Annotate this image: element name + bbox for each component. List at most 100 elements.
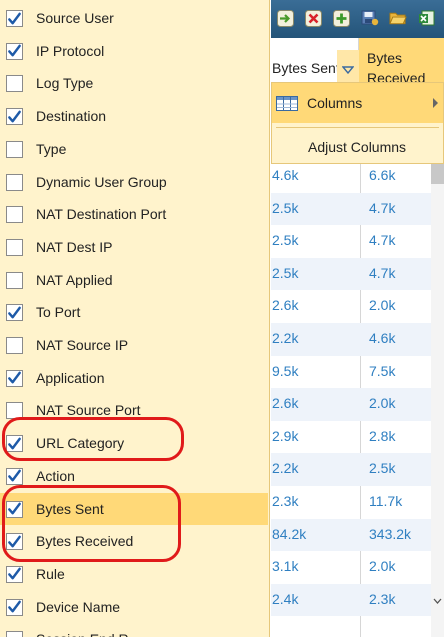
column-option-url-category[interactable]: URL Category [0, 427, 268, 459]
checkbox[interactable] [6, 598, 23, 616]
column-header-bytes-sent-label: Bytes Sent [272, 60, 340, 76]
vertical-scrollbar[interactable] [431, 160, 444, 637]
checkbox[interactable] [6, 140, 23, 158]
column-option-bytes-sent[interactable]: Bytes Sent [0, 492, 268, 525]
table-row[interactable]: 2.5k 4.7k [271, 257, 436, 291]
column-option-session-end-r[interactable]: Session End R [0, 623, 268, 637]
checkbox[interactable] [6, 238, 23, 256]
checkbox[interactable] [6, 42, 23, 60]
column-option-source-user[interactable]: Source User [0, 2, 268, 34]
submenu-arrow-icon [432, 96, 439, 112]
column-option-nat-source-ip[interactable]: NAT Source IP [0, 329, 268, 361]
table-row[interactable]: 2.2k 4.6k [271, 323, 436, 356]
bytes-received-cell: 4.7k [369, 264, 396, 281]
bytes-sent-cell: 4.6k [272, 167, 299, 183]
checkbox[interactable] [6, 206, 23, 224]
bytes-sent-cell: 2.4k [272, 590, 299, 607]
table-row[interactable]: 2.3k 11.7k [271, 486, 436, 519]
column-option-label: Device Name [36, 598, 121, 615]
checkbox[interactable] [6, 533, 23, 551]
table-row[interactable]: 9.5k 7.5k [271, 356, 436, 389]
column-option-nat-source-port[interactable]: NAT Source Port [0, 394, 268, 426]
bytes-sent-cell: 2.6k [272, 395, 299, 412]
bytes-sent-cell: 2.6k [272, 297, 299, 314]
column-option-label: To Port [36, 304, 81, 321]
column-option-to-port[interactable]: To Port [0, 296, 268, 328]
menu-separator [276, 127, 439, 128]
table-row[interactable]: 2.6k 2.0k [271, 290, 436, 323]
columns-icon [276, 96, 298, 114]
table-row[interactable]: 84.2k 343.2k [271, 518, 436, 552]
toolbar [271, 0, 444, 38]
column-option-action[interactable]: Action [0, 460, 268, 492]
table-row[interactable]: 4.6k 6.6k [271, 160, 436, 193]
bytes-received-cell: 2.3k [369, 590, 396, 607]
column-option-label: Bytes Sent [36, 500, 104, 517]
column-option-rule[interactable]: Rule [0, 558, 268, 590]
checkbox[interactable] [6, 402, 23, 420]
checkbox[interactable] [6, 467, 23, 485]
checkbox[interactable] [6, 500, 23, 518]
open-folder-icon[interactable] [389, 9, 407, 27]
bytes-sent-cell: 84.2k [272, 525, 307, 542]
column-option-bytes-received[interactable]: Bytes Received [0, 525, 268, 557]
bytes-received-cell: 4.6k [369, 330, 396, 346]
column-option-log-type[interactable]: Log Type [0, 67, 268, 99]
column-option-ip-protocol[interactable]: IP Protocol [0, 35, 268, 67]
bytes-received-cell: 4.7k [369, 232, 396, 249]
menu-item-adjust-columns[interactable]: Adjust Columns [272, 129, 443, 163]
checkbox[interactable] [6, 75, 23, 93]
column-option-nat-applied[interactable]: NAT Applied [0, 264, 268, 296]
menu-item-columns[interactable]: Columns [272, 83, 443, 123]
checkbox[interactable] [6, 173, 23, 191]
column-chooser-menu: Source User IP Protocol Log Type Destinatio… [0, 0, 270, 637]
checkbox[interactable] [6, 369, 23, 387]
bytes-received-cell: 6.6k [369, 167, 396, 183]
save-icon[interactable] [361, 9, 379, 27]
column-header-menu: Columns Adjust Columns [271, 82, 444, 164]
excel-export-icon[interactable] [418, 9, 436, 27]
table-row[interactable]: 2.6k 2.0k [271, 388, 436, 421]
column-option-label: Destination [36, 108, 107, 125]
column-option-label: NAT Applied [36, 271, 113, 288]
table-row[interactable]: 2.9k 2.8k [271, 421, 436, 454]
checkbox[interactable] [6, 435, 23, 453]
menu-item-adjust-columns-label: Adjust Columns [308, 139, 407, 155]
go-arrow-icon[interactable] [276, 9, 294, 27]
column-option-dynamic-user-group[interactable]: Dynamic User Group [0, 166, 268, 198]
checkbox[interactable] [6, 631, 23, 637]
table-row[interactable]: 2.5k 4.7k [271, 192, 436, 226]
column-option-label: Session End R [36, 631, 129, 637]
table-row[interactable]: 2.4k 2.3k [271, 583, 436, 617]
bytes-sent-cell: 3.1k [272, 558, 299, 575]
column-option-type[interactable]: Type [0, 133, 268, 165]
delete-icon[interactable] [304, 9, 322, 27]
bytes-received-cell: 4.7k [369, 199, 396, 216]
scroll-down-arrow-icon[interactable] [431, 594, 444, 608]
column-option-device-name[interactable]: Device Name [0, 591, 268, 623]
column-option-label: Source User [36, 10, 114, 26]
column-option-nat-destination-port[interactable]: NAT Destination Port [0, 198, 268, 230]
add-icon[interactable] [332, 9, 350, 27]
checkbox[interactable] [6, 271, 23, 289]
column-option-nat-dest-ip[interactable]: NAT Dest IP [0, 231, 268, 263]
bytes-received-cell: 2.8k [369, 427, 396, 444]
table-row[interactable]: 2.2k 2.5k [271, 453, 436, 486]
checkbox[interactable] [6, 565, 23, 583]
bytes-sent-cell: 2.5k [272, 232, 299, 249]
bytes-received-cell: 2.0k [369, 395, 396, 412]
table-row[interactable]: 3.1k 2.0k [271, 551, 436, 584]
column-option-destination[interactable]: Destination [0, 100, 268, 132]
column-option-label: NAT Destination Port [36, 206, 167, 223]
column-option-label: NAT Dest IP [36, 238, 113, 255]
checkbox[interactable] [6, 108, 23, 126]
column-option-label: Log Type [36, 75, 94, 92]
bytes-sent-cell: 2.2k [272, 330, 299, 346]
table-row[interactable]: 2.5k 4.7k [271, 225, 436, 258]
column-option-application[interactable]: Application [0, 362, 268, 394]
checkbox[interactable] [6, 337, 23, 354]
bytes-received-cell: 11.7k [369, 493, 403, 509]
checkbox[interactable] [6, 10, 23, 27]
checkbox[interactable] [6, 304, 23, 322]
column-option-label: NAT Source Port [36, 402, 141, 419]
